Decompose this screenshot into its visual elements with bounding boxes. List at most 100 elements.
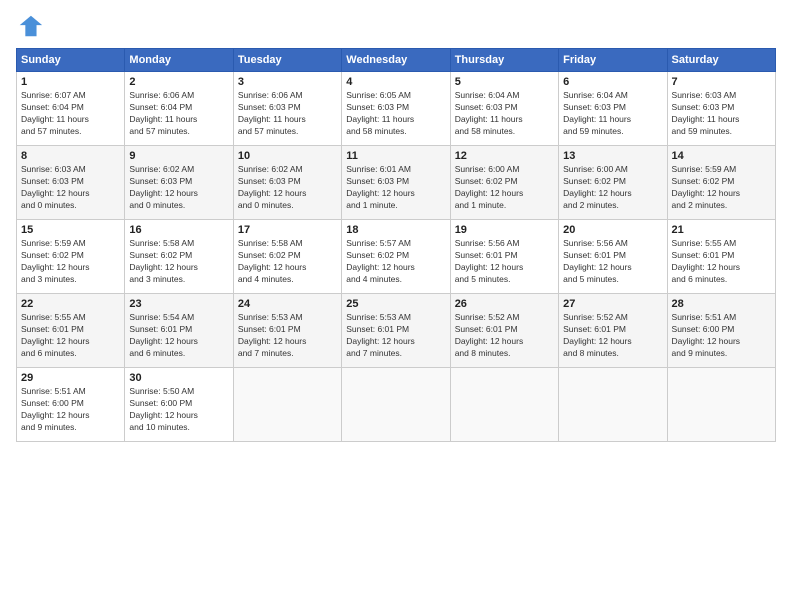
col-header-friday: Friday <box>559 49 667 72</box>
day-number: 21 <box>672 224 771 236</box>
calendar-cell: 13Sunrise: 6:00 AM Sunset: 6:02 PM Dayli… <box>559 146 667 220</box>
day-info: Sunrise: 5:51 AM Sunset: 6:00 PM Dayligh… <box>21 386 120 434</box>
header-row: SundayMondayTuesdayWednesdayThursdayFrid… <box>17 49 776 72</box>
day-info: Sunrise: 6:00 AM Sunset: 6:02 PM Dayligh… <box>455 164 554 212</box>
day-info: Sunrise: 5:53 AM Sunset: 6:01 PM Dayligh… <box>238 312 337 360</box>
page: SundayMondayTuesdayWednesdayThursdayFrid… <box>0 0 792 612</box>
day-number: 11 <box>346 150 445 162</box>
day-number: 14 <box>672 150 771 162</box>
day-number: 24 <box>238 298 337 310</box>
calendar-cell: 22 Sunrise: 5:55 AM Sunset: 6:01 PM Dayli… <box>17 294 125 368</box>
calendar-table: SundayMondayTuesdayWednesdayThursdayFrid… <box>16 48 776 442</box>
day-number: 6 <box>563 76 662 88</box>
day-info: Sunrise: 6:07 AM Sunset: 6:04 PM Dayligh… <box>21 90 120 138</box>
calendar-cell <box>450 368 558 442</box>
day-number: 12 <box>455 150 554 162</box>
col-header-monday: Monday <box>125 49 233 72</box>
day-info: Sunrise: 6:01 AM Sunset: 6:03 PM Dayligh… <box>346 164 445 212</box>
day-info: Sunrise: 6:06 AM Sunset: 6:04 PM Dayligh… <box>129 90 228 138</box>
calendar-cell: 8Sunrise: 6:03 AM Sunset: 6:03 PM Daylig… <box>17 146 125 220</box>
calendar-cell <box>233 368 341 442</box>
week-row-1: 1 Sunrise: 6:07 AM Sunset: 6:04 PM Daylig… <box>17 72 776 146</box>
logo <box>16 12 48 40</box>
day-number: 28 <box>672 298 771 310</box>
day-info: Sunrise: 5:59 AM Sunset: 6:02 PM Dayligh… <box>21 238 120 286</box>
day-info: Sunrise: 5:58 AM Sunset: 6:02 PM Dayligh… <box>129 238 228 286</box>
day-info: Sunrise: 5:57 AM Sunset: 6:02 PM Dayligh… <box>346 238 445 286</box>
day-number: 19 <box>455 224 554 236</box>
day-info: Sunrise: 5:54 AM Sunset: 6:01 PM Dayligh… <box>129 312 228 360</box>
week-row-4: 22 Sunrise: 5:55 AM Sunset: 6:01 PM Dayli… <box>17 294 776 368</box>
day-info: Sunrise: 5:50 AM Sunset: 6:00 PM Dayligh… <box>129 386 228 434</box>
day-number: 17 <box>238 224 337 236</box>
calendar-cell: 11 Sunrise: 6:01 AM Sunset: 6:03 PM Dayli… <box>342 146 450 220</box>
day-number: 9 <box>129 150 228 162</box>
calendar-cell: 21 Sunrise: 5:55 AM Sunset: 6:01 PM Dayli… <box>667 220 775 294</box>
week-row-3: 15 Sunrise: 5:59 AM Sunset: 6:02 PM Dayli… <box>17 220 776 294</box>
col-header-sunday: Sunday <box>17 49 125 72</box>
calendar-cell: 1 Sunrise: 6:07 AM Sunset: 6:04 PM Daylig… <box>17 72 125 146</box>
day-number: 4 <box>346 76 445 88</box>
day-number: 20 <box>563 224 662 236</box>
day-number: 13 <box>563 150 662 162</box>
day-number: 1 <box>21 76 120 88</box>
day-info: Sunrise: 5:58 AM Sunset: 6:02 PM Dayligh… <box>238 238 337 286</box>
calendar-cell: 3 Sunrise: 6:06 AM Sunset: 6:03 PM Daylig… <box>233 72 341 146</box>
day-info: Sunrise: 5:52 AM Sunset: 6:01 PM Dayligh… <box>455 312 554 360</box>
day-info: Sunrise: 6:04 AM Sunset: 6:03 PM Dayligh… <box>563 90 662 138</box>
day-number: 15 <box>21 224 120 236</box>
day-info: Sunrise: 5:56 AM Sunset: 6:01 PM Dayligh… <box>455 238 554 286</box>
calendar-cell: 26 Sunrise: 5:52 AM Sunset: 6:01 PM Dayli… <box>450 294 558 368</box>
week-row-2: 8Sunrise: 6:03 AM Sunset: 6:03 PM Daylig… <box>17 146 776 220</box>
calendar-cell: 23 Sunrise: 5:54 AM Sunset: 6:01 PM Dayli… <box>125 294 233 368</box>
day-number: 30 <box>129 372 228 384</box>
calendar-cell <box>342 368 450 442</box>
col-header-saturday: Saturday <box>667 49 775 72</box>
calendar-cell <box>559 368 667 442</box>
calendar-cell: 16 Sunrise: 5:58 AM Sunset: 6:02 PM Dayli… <box>125 220 233 294</box>
day-number: 22 <box>21 298 120 310</box>
calendar-cell: 9Sunrise: 6:02 AM Sunset: 6:03 PM Daylig… <box>125 146 233 220</box>
calendar-cell: 15 Sunrise: 5:59 AM Sunset: 6:02 PM Dayli… <box>17 220 125 294</box>
col-header-wednesday: Wednesday <box>342 49 450 72</box>
calendar-cell: 25Sunrise: 5:53 AM Sunset: 6:01 PM Dayli… <box>342 294 450 368</box>
logo-icon <box>16 12 44 40</box>
calendar-cell: 18 Sunrise: 5:57 AM Sunset: 6:02 PM Dayli… <box>342 220 450 294</box>
calendar-cell: 2 Sunrise: 6:06 AM Sunset: 6:04 PM Daylig… <box>125 72 233 146</box>
day-info: Sunrise: 5:59 AM Sunset: 6:02 PM Dayligh… <box>672 164 771 212</box>
col-header-thursday: Thursday <box>450 49 558 72</box>
day-number: 26 <box>455 298 554 310</box>
calendar-cell: 19 Sunrise: 5:56 AM Sunset: 6:01 PM Dayli… <box>450 220 558 294</box>
day-info: Sunrise: 5:55 AM Sunset: 6:01 PM Dayligh… <box>672 238 771 286</box>
day-number: 5 <box>455 76 554 88</box>
calendar-cell: 28 Sunrise: 5:51 AM Sunset: 6:00 PM Dayli… <box>667 294 775 368</box>
day-info: Sunrise: 5:55 AM Sunset: 6:01 PM Dayligh… <box>21 312 120 360</box>
day-info: Sunrise: 6:06 AM Sunset: 6:03 PM Dayligh… <box>238 90 337 138</box>
day-number: 3 <box>238 76 337 88</box>
calendar-cell: 27 Sunrise: 5:52 AM Sunset: 6:01 PM Dayli… <box>559 294 667 368</box>
day-info: Sunrise: 5:52 AM Sunset: 6:01 PM Dayligh… <box>563 312 662 360</box>
day-number: 7 <box>672 76 771 88</box>
day-number: 18 <box>346 224 445 236</box>
day-number: 23 <box>129 298 228 310</box>
calendar-cell: 4Sunrise: 6:05 AM Sunset: 6:03 PM Daylig… <box>342 72 450 146</box>
calendar-cell <box>667 368 775 442</box>
day-info: Sunrise: 6:02 AM Sunset: 6:03 PM Dayligh… <box>238 164 337 212</box>
calendar-cell: 29Sunrise: 5:51 AM Sunset: 6:00 PM Dayli… <box>17 368 125 442</box>
day-info: Sunrise: 5:51 AM Sunset: 6:00 PM Dayligh… <box>672 312 771 360</box>
calendar-cell: 24 Sunrise: 5:53 AM Sunset: 6:01 PM Dayli… <box>233 294 341 368</box>
day-info: Sunrise: 6:03 AM Sunset: 6:03 PM Dayligh… <box>672 90 771 138</box>
calendar-cell: 5 Sunrise: 6:04 AM Sunset: 6:03 PM Daylig… <box>450 72 558 146</box>
col-header-tuesday: Tuesday <box>233 49 341 72</box>
day-info: Sunrise: 6:04 AM Sunset: 6:03 PM Dayligh… <box>455 90 554 138</box>
header <box>16 12 776 40</box>
week-row-5: 29Sunrise: 5:51 AM Sunset: 6:00 PM Dayli… <box>17 368 776 442</box>
calendar-cell: 14 Sunrise: 5:59 AM Sunset: 6:02 PM Dayli… <box>667 146 775 220</box>
day-number: 2 <box>129 76 228 88</box>
calendar-cell: 17 Sunrise: 5:58 AM Sunset: 6:02 PM Dayli… <box>233 220 341 294</box>
calendar-cell: 12 Sunrise: 6:00 AM Sunset: 6:02 PM Dayli… <box>450 146 558 220</box>
calendar-cell: 20Sunrise: 5:56 AM Sunset: 6:01 PM Dayli… <box>559 220 667 294</box>
day-number: 27 <box>563 298 662 310</box>
day-number: 16 <box>129 224 228 236</box>
calendar-cell: 30 Sunrise: 5:50 AM Sunset: 6:00 PM Dayli… <box>125 368 233 442</box>
